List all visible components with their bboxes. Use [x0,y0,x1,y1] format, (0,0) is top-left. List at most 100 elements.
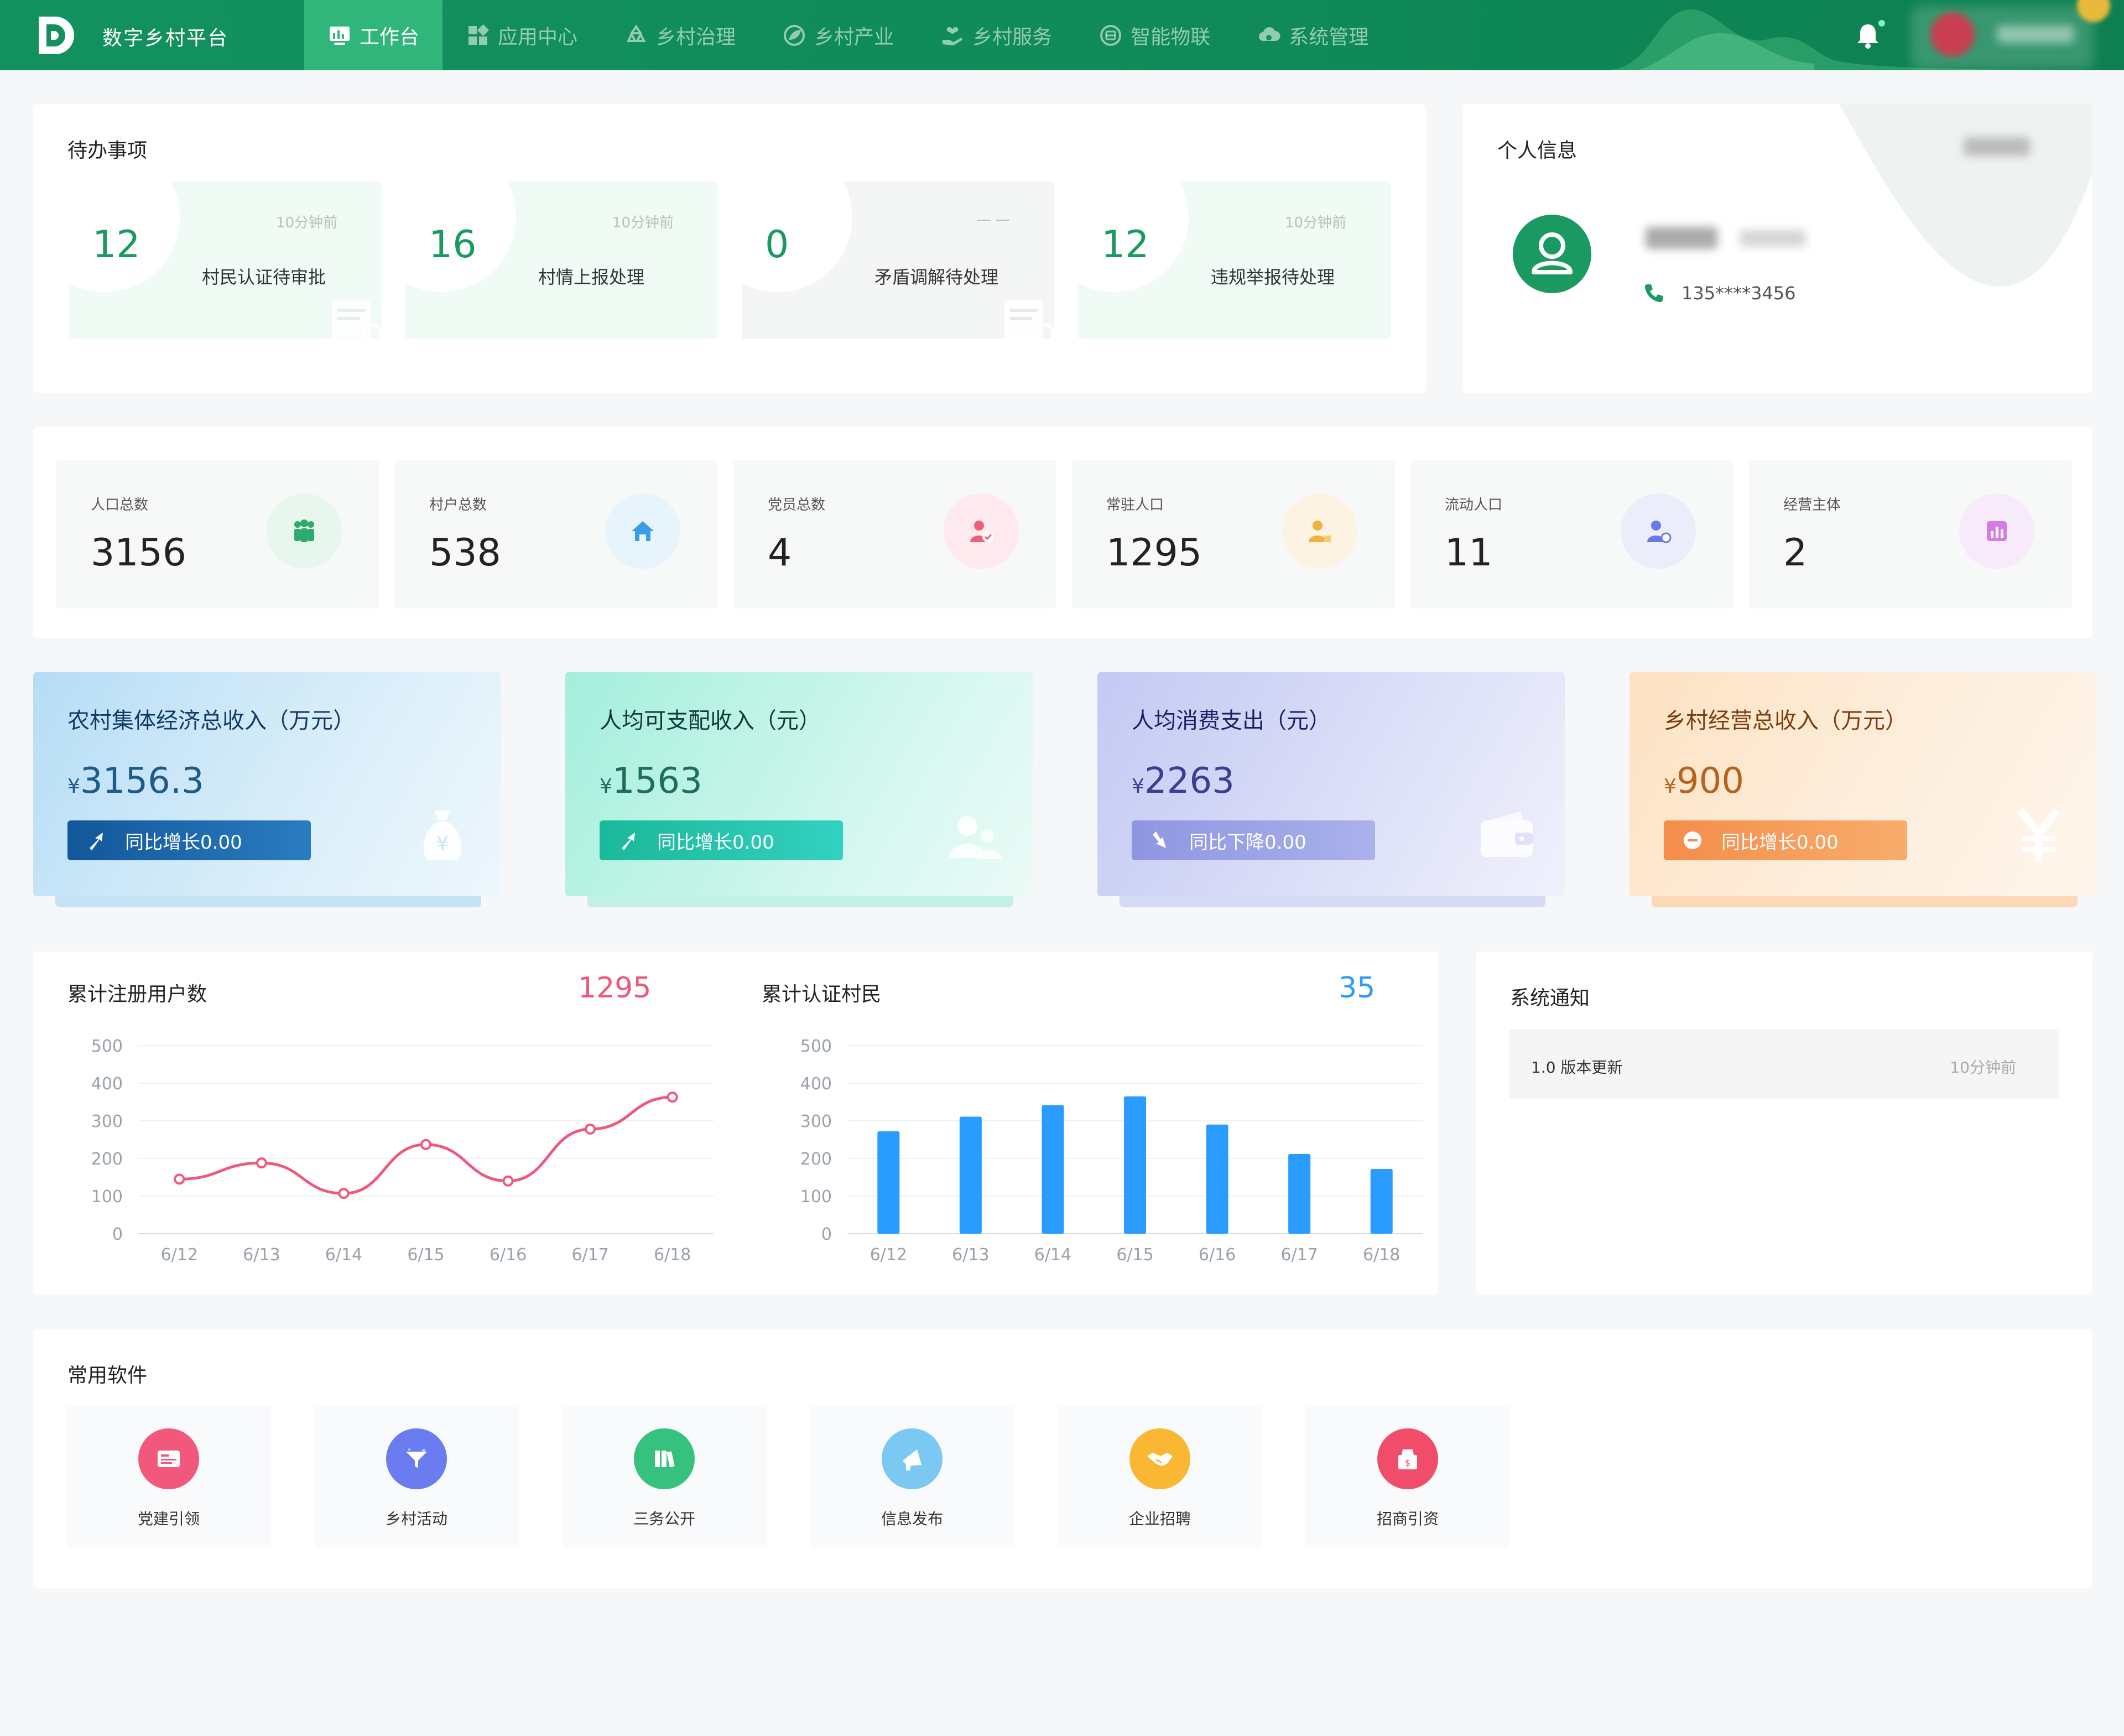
nav-item-governance[interactable]: 乡村治理 [601,0,759,70]
nav-item-label: 乡村治理 [656,25,736,49]
logo-icon[interactable] [34,14,76,56]
finance-card[interactable]: 人均可支配收入（元） ¥1563 同比增长0.00 [565,672,1033,896]
currency-symbol: ¥ [1664,775,1677,798]
stat-icon-circle [944,493,1019,569]
party-popper-icon [406,1448,427,1468]
chart-total: 35 [1339,971,1376,1005]
people-group-icon [294,519,314,542]
y-tick-label: 0 [821,1225,832,1244]
y-tick-label: 100 [800,1187,832,1207]
todo-card[interactable]: 16 10分钟前 村情上报处理 [405,181,718,339]
currency-symbol: ¥ [67,775,80,798]
chart-title: 累计认证村民 [762,983,882,1006]
stat-value: 1295 [1106,531,1202,575]
todo-panel: 待办事项 12 10分钟前 村民认证待审批 16 10分钟前 村情上报处理 0 … [33,104,1426,393]
finance-card[interactable]: 乡村经营总收入（万元） ¥900 同比增长0.00 [1630,672,2097,896]
y-tick-label: 300 [91,1112,123,1131]
user-icon [1532,232,1573,274]
bell-icon[interactable] [1853,21,1883,51]
app-icon-circle [882,1428,943,1489]
stat-icon-circle [267,493,342,569]
notice-item-time: 10分钟前 [1950,1058,2016,1077]
finance-amount: 3156.3 [80,761,204,802]
finance-card[interactable]: 农村集体经济总收入（万元） ¥3156.3 同比增长0.00 ¥ [33,672,501,896]
profile-link-blurred[interactable] [1964,137,2030,156]
nav-item-iot[interactable]: 智能物联 [1075,0,1233,70]
x-tick-label: 6/15 [407,1245,444,1265]
growth-text: 同比下降0.00 [1189,831,1306,854]
notification-dot [1878,20,1885,27]
migrant-icon [1647,521,1672,543]
app-icon-circle [138,1428,199,1489]
todo-label: 矛盾调解待处理 [874,267,999,288]
todo-time: 10分钟前 [1284,215,1346,231]
svg-text:¥: ¥ [436,833,449,855]
stat-label: 流动人口 [1445,497,1503,513]
todo-card[interactable]: 12 10分钟前 村民认证待审批 [69,181,382,339]
x-tick-label: 6/16 [490,1245,527,1265]
nav-item-industry[interactable]: 乡村产业 [759,0,917,70]
finance-amount: 1563 [612,761,702,802]
app-title: 数字乡村平台 [102,27,229,50]
stat-card[interactable]: 常驻人口 1295 [1072,460,1395,609]
finance-amount: 900 [1676,761,1745,802]
avatar[interactable] [1930,12,1975,56]
profile-panel: 个人信息 135****3456 [1463,104,2092,393]
stat-card[interactable]: 人口总数 3156 [56,460,379,609]
bar [959,1116,982,1234]
x-tick-label: 6/13 [952,1245,989,1265]
finance-title: 人均消费支出（元） [1132,708,1331,734]
main-nav: 工作台 应用中心 乡村治理 乡村产业 乡村服务 智能物联 系统管理 [304,0,1392,70]
stat-card[interactable]: 流动人口 11 [1410,460,1733,609]
y-tick-label: 200 [91,1150,123,1169]
todo-card[interactable]: 0 — — 矛盾调解待处理 [742,181,1054,339]
finance-card[interactable]: 人均消费支出（元） ¥2263 同比下降0.00 [1097,672,1565,896]
stat-card[interactable]: 经营主体 2 [1749,460,2072,609]
nav-item-system[interactable]: 系统管理 [1233,0,1392,70]
stat-label: 常驻人口 [1106,497,1164,513]
notice-item[interactable]: 1.0 版本更新 10分钟前 [1509,1029,2059,1099]
nav-item-workbench[interactable]: 工作台 [304,0,443,70]
megaphone-icon [903,1449,922,1470]
nav-item-label: 应用中心 [498,25,578,49]
stat-card[interactable]: 村户总数 538 [395,460,718,609]
app-tile[interactable]: 信息发布 [810,1406,1014,1547]
recycle-icon [626,24,646,42]
nav-item-service[interactable]: 乡村服务 [917,0,1075,70]
app-tile[interactable]: $ 招商引资 [1305,1406,1510,1547]
bar-chart: 0 100 200 300 400 500 6/12 6/13 6/14 6/15 6/16 6/17… [800,1037,1423,1265]
profile-title: 个人信息 [1497,139,1578,162]
grid-icon [468,24,490,45]
stat-value: 2 [1783,531,1808,575]
y-tick-label: 300 [800,1112,832,1131]
stats-panel: 人口总数 3156 村户总数 538 党员总数 4 常驻人口 1295 流动人口… [33,427,2092,638]
y-tick-label: 500 [91,1037,123,1056]
phone-icon [1644,284,1663,303]
data-point [585,1123,596,1135]
app-tile[interactable]: 三务公开 [562,1406,767,1547]
wallet-icon [1481,812,1533,857]
growth-text: 同比增长0.00 [657,831,774,854]
stat-value: 4 [768,531,792,575]
stat-label: 村户总数 [429,497,487,513]
y-tick-label: 500 [800,1037,832,1056]
finance-value: ¥2263 [1132,761,1235,802]
nav-item-app-center[interactable]: 应用中心 [442,0,601,70]
x-tick-label: 6/15 [1116,1245,1153,1265]
finance-value: ¥1563 [600,761,702,802]
data-point [420,1139,431,1150]
todo-count: 16 [429,223,477,267]
charts-panel: 累计注册用户数 1295 0 100 200 300 400 500 6/12 6/13 6/1… [33,952,1438,1295]
app-tile[interactable]: 党建引领 [66,1406,271,1547]
app-label: 三务公开 [633,1510,695,1528]
app-tile[interactable]: 企业招聘 [1058,1406,1262,1547]
stat-card[interactable]: 党员总数 4 [733,460,1056,609]
stat-value: 3156 [91,531,187,575]
app-label: 企业招聘 [1128,1510,1191,1528]
todo-card[interactable]: 12 10分钟前 违规举报待处理 [1078,181,1391,339]
finance-value: ¥3156.3 [67,761,204,802]
chip-icon [1100,24,1122,46]
app-tile[interactable]: 乡村活动 [314,1406,519,1547]
bar-chart-icon [1987,521,2007,541]
bar [1206,1124,1228,1234]
